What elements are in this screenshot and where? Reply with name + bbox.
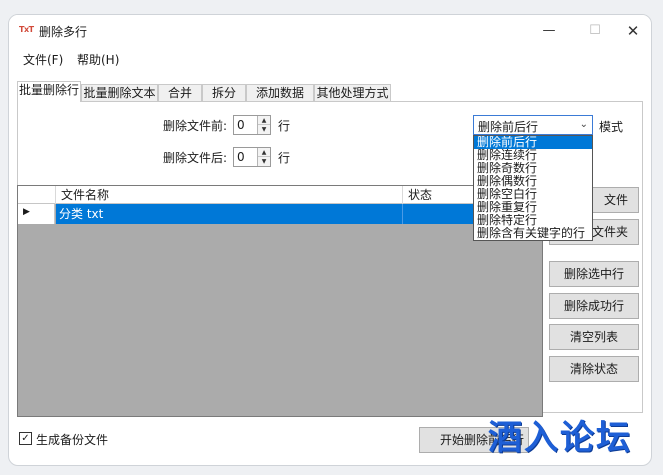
mode-option[interactable]: 删除重复行 — [474, 201, 592, 214]
menu-help[interactable]: 帮助(H) — [77, 51, 119, 68]
after-stepper-buttons: ▲ ▼ — [257, 148, 270, 166]
spin-up-icon[interactable]: ▲ — [258, 148, 270, 157]
spin-down-icon[interactable]: ▼ — [258, 157, 270, 166]
before-label: 删除文件前: — [163, 119, 228, 133]
mode-option[interactable]: 删除前后行 — [474, 136, 592, 149]
tab-batch-delete-lines[interactable]: 批量删除行 — [17, 81, 81, 102]
spin-up-icon[interactable]: ▲ — [258, 116, 270, 125]
cell-filename[interactable]: 分类 txt — [56, 204, 403, 224]
txt-app-icon: TxT — [19, 25, 34, 34]
after-label: 删除文件后: — [163, 151, 228, 165]
table-header: 文件名称 状态 — [18, 186, 542, 204]
mode-option[interactable]: 删除含有关键字的行 — [474, 227, 592, 240]
after-value: 0 — [237, 150, 245, 164]
delete-success-button[interactable]: 删除成功行 — [549, 293, 639, 319]
clear-list-button[interactable]: 清空列表 — [549, 324, 639, 350]
before-stepper[interactable]: 0 ▲ ▼ — [233, 115, 271, 135]
before-stepper-buttons: ▲ ▼ — [257, 116, 270, 134]
tab-split[interactable]: 拆分 — [202, 84, 246, 102]
tab-batch-delete-text[interactable]: 批量删除文本 — [81, 84, 158, 102]
tab-other-methods[interactable]: 其他处理方式 — [314, 84, 391, 102]
title-bar[interactable]: TxT 删除多行 — ☐ ✕ — [9, 15, 651, 47]
mode-label: 模式 — [599, 120, 624, 134]
mode-option[interactable]: 删除奇数行 — [474, 162, 592, 175]
mode-option[interactable]: 删除偶数行 — [474, 175, 592, 188]
app-window: TxT 删除多行 — ☐ ✕ 文件(F) 帮助(H) 批量删除行 批量删除文本 … — [8, 14, 652, 466]
minimize-icon[interactable]: — — [529, 19, 569, 43]
maximize-icon[interactable]: ☐ — [575, 19, 615, 43]
checkmark-icon[interactable]: ✓ — [19, 432, 32, 445]
forum-watermark: 酒入论坛 — [488, 418, 632, 458]
chevron-down-icon: ⌄ — [579, 119, 588, 130]
mode-selected-value: 删除前后行 — [478, 120, 539, 134]
before-value: 0 — [237, 118, 245, 132]
close-icon[interactable]: ✕ — [613, 19, 651, 43]
mode-dropdown-list: 删除前后行 删除连续行 删除奇数行 删除偶数行 删除空白行 删除重复行 删除特定… — [473, 135, 593, 241]
after-stepper[interactable]: 0 ▲ ▼ — [233, 147, 271, 167]
row-header[interactable]: ▶ — [18, 204, 55, 224]
backup-label: 生成备份文件 — [36, 433, 109, 447]
before-unit: 行 — [278, 119, 291, 133]
spin-down-icon[interactable]: ▼ — [258, 125, 270, 134]
tab-merge[interactable]: 合并 — [158, 84, 202, 102]
row-pointer-icon: ▶ — [23, 207, 30, 217]
tab-add-data[interactable]: 添加数据 — [246, 84, 314, 102]
header-corner — [18, 186, 56, 204]
column-header-filename[interactable]: 文件名称 — [56, 186, 403, 204]
after-unit: 行 — [278, 151, 291, 165]
menu-file[interactable]: 文件(F) — [23, 51, 63, 68]
mode-select[interactable]: 删除前后行 ⌄ — [473, 115, 593, 135]
clear-status-button[interactable]: 清除状态 — [549, 356, 639, 382]
mode-option[interactable]: 删除特定行 — [474, 214, 592, 227]
menu-bar: 文件(F) 帮助(H) — [9, 47, 651, 69]
delete-selected-button[interactable]: 删除选中行 — [549, 261, 639, 287]
window-title: 删除多行 — [39, 25, 88, 39]
file-table[interactable]: 文件名称 状态 ▶ 分类 txt — [17, 185, 543, 417]
mode-option[interactable]: 删除空白行 — [474, 188, 592, 201]
table-row[interactable]: ▶ 分类 txt — [18, 204, 542, 224]
mode-option[interactable]: 删除连续行 — [474, 149, 592, 162]
